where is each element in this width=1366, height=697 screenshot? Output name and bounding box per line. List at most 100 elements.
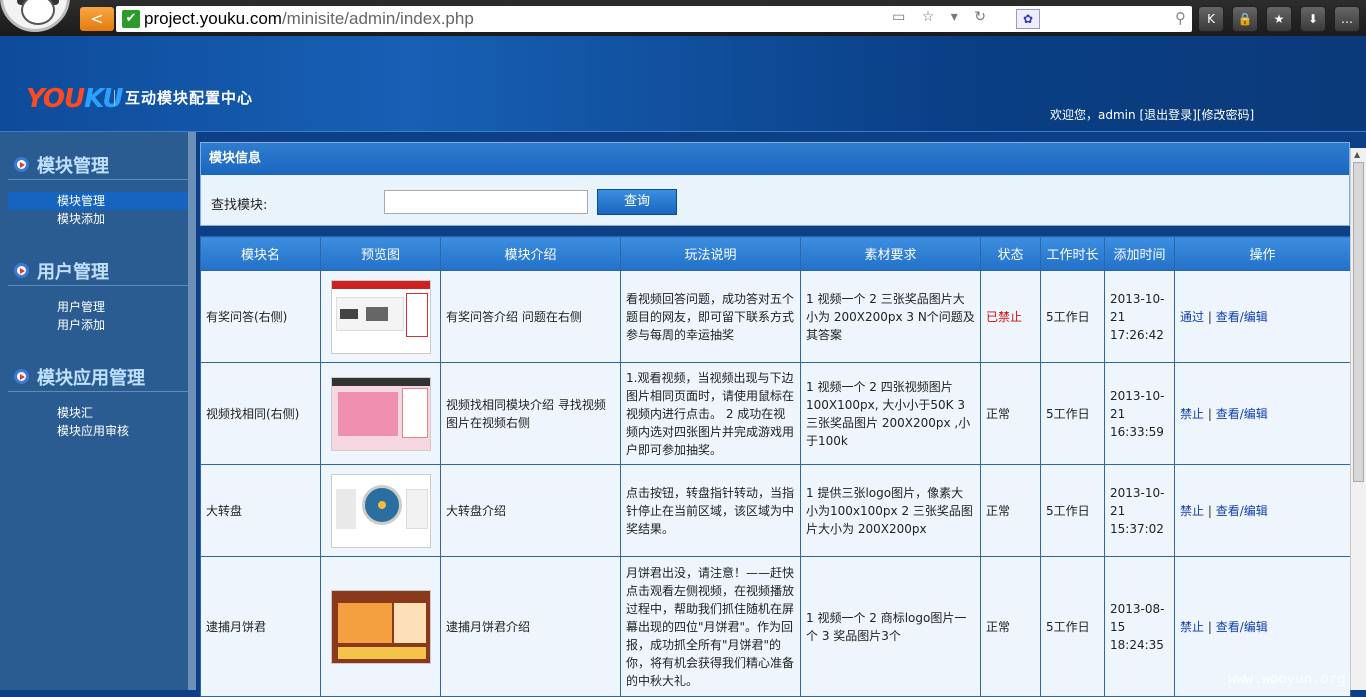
col-header-preview: 预览图 bbox=[320, 236, 441, 271]
view-edit-link[interactable]: 查看/编辑 bbox=[1216, 407, 1268, 421]
search-icon[interactable]: ⚲ bbox=[1175, 9, 1186, 27]
watermark: www.wooyun.org bbox=[1228, 672, 1346, 688]
col-header-duration: 工作时长 bbox=[1040, 236, 1105, 271]
cell-intro: 视频找相同模块介绍 寻找视频图片在视频右侧 bbox=[440, 362, 621, 465]
sidebar: 模块管理 模块管理 模块添加 用户管理 用户管理 用户添加 模块应用管理 模块汇… bbox=[0, 132, 188, 690]
menu-group-app: 模块应用管理 模块汇 模块应用审核 bbox=[8, 362, 188, 440]
col-header-actions: 操作 bbox=[1174, 236, 1351, 271]
logo-ku: KU bbox=[84, 84, 123, 114]
cell-intro: 逮捕月饼君介绍 bbox=[440, 556, 621, 697]
menu-title-label: 用户管理 bbox=[37, 261, 109, 283]
preview-thumbnail[interactable] bbox=[330, 473, 431, 548]
status-badge: 已禁止 bbox=[980, 270, 1041, 363]
cell-material: 1 视频一个 2 商标logo图片一个 3 奖品图片3个 bbox=[800, 556, 981, 697]
table-header-row: 模块名 预览图 模块介绍 玩法说明 素材要求 状态 工作时长 添加时间 操作 bbox=[200, 236, 1351, 271]
scroll-up-arrow-icon[interactable]: ▲ bbox=[1354, 150, 1360, 159]
cell-name: 逮捕月饼君 bbox=[200, 556, 321, 697]
cell-material: 1 提供三张logo图片，像素大小为100x100px 2 三张奖品图片大小为 … bbox=[800, 464, 981, 557]
menu-button[interactable]: … bbox=[1334, 6, 1360, 32]
url-domain: project.youku.com bbox=[144, 9, 282, 28]
search-label: 查找模块: bbox=[211, 198, 268, 213]
menu-group-user: 用户管理 用户管理 用户添加 bbox=[8, 256, 188, 334]
table-row: 逮捕月饼君 逮捕月饼君介绍 月饼君出没，请注意！——赶快点击观看左侧视频，在视频… bbox=[200, 556, 1351, 697]
search-engine-icon[interactable]: ✿ bbox=[1016, 9, 1040, 29]
cell-name: 视频找相同(右侧) bbox=[200, 362, 321, 465]
address-bar-icons[interactable]: ▭ ☆ ▾ ↻ bbox=[892, 9, 992, 25]
browser-toolbar: < ✔ project.youku.com/minisite/admin/ind… bbox=[0, 0, 1366, 36]
search-input[interactable] bbox=[384, 190, 588, 214]
back-button[interactable]: < bbox=[80, 7, 114, 31]
view-edit-link[interactable]: 查看/编辑 bbox=[1216, 620, 1268, 634]
cell-preview bbox=[320, 362, 441, 465]
menu-bullet-icon bbox=[14, 263, 29, 278]
menu-title-app-management[interactable]: 模块应用管理 bbox=[8, 362, 188, 392]
disable-link[interactable]: 禁止 bbox=[1180, 620, 1204, 634]
col-header-intro: 模块介绍 bbox=[440, 236, 621, 271]
welcome-bar: 欢迎您，admin [退出登录][修改密码] bbox=[1050, 106, 1254, 123]
col-header-added: 添加时间 bbox=[1104, 236, 1175, 271]
cell-name: 大转盘 bbox=[200, 464, 321, 557]
menu-group-module: 模块管理 模块管理 模块添加 bbox=[8, 150, 188, 228]
cell-intro: 大转盘介绍 bbox=[440, 464, 621, 557]
lock-button[interactable]: 🔒 bbox=[1232, 6, 1258, 32]
sidebar-item-user-management[interactable]: 用户管理 bbox=[8, 298, 188, 316]
extension-k-button[interactable]: K bbox=[1198, 6, 1224, 32]
col-header-status: 状态 bbox=[980, 236, 1041, 271]
logout-link[interactable]: [退出登录] bbox=[1139, 108, 1196, 122]
cell-actions: 通过 | 查看/编辑 bbox=[1174, 270, 1351, 363]
avatar-face bbox=[21, 0, 55, 25]
menu-bullet-icon bbox=[14, 369, 29, 384]
menu-title-label: 模块管理 bbox=[37, 155, 109, 177]
sidebar-item-module-hub[interactable]: 模块汇 bbox=[8, 404, 188, 422]
preview-thumbnail[interactable] bbox=[330, 589, 431, 664]
sidebar-item-user-add[interactable]: 用户添加 bbox=[8, 316, 188, 334]
search-panel: 模块信息 查找模块: 查询 bbox=[200, 142, 1350, 226]
sidebar-splitter[interactable] bbox=[188, 132, 196, 690]
preview-thumbnail[interactable] bbox=[330, 376, 431, 451]
page-scrollbar[interactable]: ▲ bbox=[1350, 148, 1366, 690]
status-badge: 正常 bbox=[980, 556, 1041, 697]
disable-link[interactable]: 禁止 bbox=[1180, 504, 1204, 518]
cell-actions: 禁止 | 查看/编辑 bbox=[1174, 464, 1351, 557]
view-edit-link[interactable]: 查看/编辑 bbox=[1216, 504, 1268, 518]
cell-duration: 5工作日 bbox=[1040, 556, 1105, 697]
cell-material: 1 视频一个 2 三张奖品图片大小为 200X200px 3 N个问题及其答案 bbox=[800, 270, 981, 363]
main-content: 模块信息 查找模块: 查询 模块名 预览图 模块介绍 玩法说明 素材要求 状态 … bbox=[196, 132, 1351, 697]
disable-link[interactable]: 禁止 bbox=[1180, 407, 1204, 421]
cell-duration: 5工作日 bbox=[1040, 362, 1105, 465]
panel-title: 模块信息 bbox=[201, 143, 1349, 175]
secure-check-icon: ✔ bbox=[122, 10, 140, 28]
cell-added: 2013-10-21 16:33:59 bbox=[1104, 362, 1175, 465]
view-edit-link[interactable]: 查看/编辑 bbox=[1216, 310, 1268, 324]
profile-avatar[interactable] bbox=[0, 0, 70, 32]
menu-title-label: 模块应用管理 bbox=[37, 367, 145, 389]
sidebar-item-module-management[interactable]: 模块管理 bbox=[8, 192, 188, 210]
menu-bullet-icon bbox=[14, 157, 29, 172]
menu-title-module-management[interactable]: 模块管理 bbox=[8, 150, 188, 180]
scroll-thumb[interactable] bbox=[1353, 162, 1364, 482]
cell-play: 月饼君出没，请注意！——赶快点击观看左侧视频，在视频播放过程中，帮助我们抓住随机… bbox=[620, 556, 801, 697]
cell-preview bbox=[320, 556, 441, 697]
preview-thumbnail[interactable] bbox=[330, 279, 431, 354]
sidebar-item-module-add[interactable]: 模块添加 bbox=[8, 210, 188, 228]
cell-added: 2013-10-21 17:26:42 bbox=[1104, 270, 1175, 363]
cell-added: 2013-10-21 15:37:02 bbox=[1104, 464, 1175, 557]
download-button[interactable]: ⬇ bbox=[1300, 6, 1326, 32]
cell-actions: 禁止 | 查看/编辑 bbox=[1174, 362, 1351, 465]
cell-play: 点击按钮，转盘指针转动，当指针停止在当前区域，该区域为中奖结果。 bbox=[620, 464, 801, 557]
cell-preview bbox=[320, 464, 441, 557]
cell-duration: 5工作日 bbox=[1040, 464, 1105, 557]
approve-link[interactable]: 通过 bbox=[1180, 310, 1204, 324]
search-button[interactable]: 查询 bbox=[597, 189, 677, 215]
cell-duration: 5工作日 bbox=[1040, 270, 1105, 363]
cell-name: 有奖问答(右侧) bbox=[200, 270, 321, 363]
cell-play: 看视频回答问题，成功答对五个题目的网友，即可留下联系方式参与每周的幸运抽奖 bbox=[620, 270, 801, 363]
col-header-play: 玩法说明 bbox=[620, 236, 801, 271]
url-text[interactable]: project.youku.com/minisite/admin/index.p… bbox=[144, 9, 474, 29]
address-bar[interactable]: ✔ project.youku.com/minisite/admin/index… bbox=[116, 6, 1192, 32]
sidebar-item-app-review[interactable]: 模块应用审核 bbox=[8, 422, 188, 440]
menu-title-user-management[interactable]: 用户管理 bbox=[8, 256, 188, 286]
favorites-button[interactable]: ★ bbox=[1266, 6, 1292, 32]
change-password-link[interactable]: [修改密码] bbox=[1197, 108, 1254, 122]
table-row: 视频找相同(右侧) 视频找相同模块介绍 寻找视频图片在视频右侧 1.观看视频，当… bbox=[200, 362, 1351, 465]
